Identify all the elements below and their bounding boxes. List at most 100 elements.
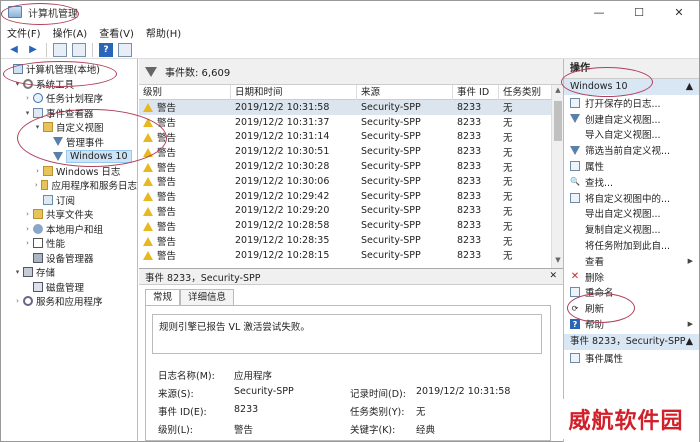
close-icon[interactable]: ✕ (549, 271, 557, 281)
back-arrow-icon[interactable]: ◀ (7, 43, 21, 57)
tree-node[interactable]: 设备管理器 (1, 251, 137, 266)
close-button[interactable]: ✕ (659, 1, 699, 23)
expand-arrow-icon[interactable]: › (23, 225, 32, 233)
action-item[interactable]: 导入自定义视图... (564, 127, 699, 143)
column-event-id[interactable]: 事件 ID (453, 85, 499, 100)
level-cell: 警告 (157, 221, 177, 233)
action-item[interactable]: ⟳ 刷新 (564, 300, 699, 316)
expand-arrow-icon[interactable]: › (13, 297, 22, 305)
table-cell: 无 (499, 130, 559, 144)
tree-node[interactable]: ▾ 系统工具 (1, 77, 137, 92)
action-item[interactable]: ✕ 删除 (564, 269, 699, 285)
help-icon[interactable]: ? (99, 42, 113, 57)
tree-node[interactable]: › 任务计划程序 (1, 91, 137, 106)
column-datetime[interactable]: 日期和时间 (231, 85, 357, 100)
action-item[interactable]: 打开保存的日志... (564, 95, 699, 111)
collapse-up-icon[interactable]: ▲ (686, 79, 693, 95)
event-row[interactable]: 警告 2019/12/2 10:31:14 Security-SPP 8233 无 (139, 130, 563, 145)
actions-group-view[interactable]: Windows 10 ▲ (564, 79, 699, 95)
tree-node[interactable]: ▾ 事件查看器 (1, 106, 137, 121)
tree-node[interactable]: › 共享文件夹 (1, 207, 137, 222)
expand-arrow-icon[interactable]: › (33, 167, 42, 175)
column-source[interactable]: 来源 (357, 85, 453, 100)
menu-help[interactable]: 帮助(H) (146, 25, 181, 40)
action-item[interactable]: 🔍 查找... (564, 174, 699, 190)
action-item[interactable]: 将任务附加到此自... (564, 237, 699, 253)
event-id-cell: 8233 (457, 116, 482, 128)
scroll-up-icon[interactable]: ▲ (552, 86, 563, 98)
event-list-scrollbar[interactable]: ▲ ▼ (551, 85, 563, 268)
task-cell: 无 (503, 118, 513, 130)
task-cell: 无 (503, 206, 513, 218)
expand-arrow-icon[interactable]: › (23, 239, 32, 247)
up-folder-icon[interactable] (53, 42, 67, 57)
tree-node[interactable]: ▾ 存储 (1, 265, 137, 280)
tree-node[interactable]: Windows 10 (1, 149, 137, 164)
actions-group-event[interactable]: 事件 8233，Security-SPP ▲ (564, 333, 699, 350)
table-cell: 警告 (139, 189, 231, 203)
tree-node[interactable]: ▾ 自定义视图 (1, 120, 137, 135)
action-item[interactable]: 复制自定义视图... (564, 221, 699, 237)
tree-node[interactable]: 订阅 (1, 193, 137, 208)
collapse-arrow-icon[interactable]: ▾ (33, 123, 42, 131)
tree-node[interactable]: › Windows 日志 (1, 164, 137, 179)
event-row[interactable]: 警告 2019/12/2 10:31:58 Security-SPP 8233 无 (139, 100, 563, 115)
collapse-up-icon[interactable]: ▲ (686, 334, 693, 350)
collapse-arrow-icon[interactable]: ▾ (13, 268, 22, 276)
maximize-button[interactable]: ☐ (619, 1, 659, 23)
expand-arrow-icon[interactable]: › (23, 210, 32, 218)
tree-node-label: 订阅 (56, 195, 76, 207)
tree-node[interactable]: 磁盘管理 (1, 280, 137, 295)
event-row[interactable]: 警告 2019/12/2 10:30:06 Security-SPP 8233 无 (139, 174, 563, 189)
forward-arrow-icon[interactable]: ▶ (26, 43, 40, 57)
scroll-thumb[interactable] (554, 101, 562, 141)
action-item[interactable]: 将自定义视图中的... (564, 190, 699, 206)
filter-icon (570, 145, 580, 155)
tab-details[interactable]: 详细信息 (180, 289, 235, 305)
action-item[interactable]: 重命名 (564, 285, 699, 301)
tree-node[interactable]: 计算机管理(本地) (1, 62, 137, 77)
scroll-down-icon[interactable]: ▼ (552, 256, 563, 268)
event-row[interactable]: 警告 2019/12/2 10:30:51 Security-SPP 8233 无 (139, 144, 563, 159)
event-row[interactable]: 警告 2019/12/2 10:29:42 Security-SPP 8233 无 (139, 189, 563, 204)
tree-node[interactable]: 管理事件 (1, 135, 137, 150)
expand-arrow-icon[interactable]: › (23, 94, 32, 102)
expand-arrow-icon[interactable]: › (33, 181, 40, 189)
event-row[interactable]: 警告 2019/12/2 10:29:20 Security-SPP 8233 无 (139, 204, 563, 219)
action-item[interactable]: ? 帮助 ▶ (564, 316, 699, 332)
window-title: 计算机管理 (28, 8, 78, 20)
tree-node[interactable]: › 性能 (1, 236, 137, 251)
tree-node[interactable]: › 应用程序和服务日志 (1, 178, 137, 193)
show-action-pane-icon[interactable] (118, 42, 132, 57)
minimize-button[interactable]: — (579, 1, 619, 23)
column-level[interactable]: 级别 (139, 85, 231, 100)
action-item[interactable]: 筛选当前自定义视... (564, 142, 699, 158)
menu-file[interactable]: 文件(F) (7, 25, 41, 40)
datetime-cell: 2019/12/2 10:28:35 (235, 235, 330, 247)
action-item[interactable]: 属性 (564, 158, 699, 174)
table-cell: 警告 (139, 115, 231, 129)
menu-action[interactable]: 操作(A) (53, 25, 88, 40)
menu-view[interactable]: 查看(V) (99, 25, 134, 40)
action-item[interactable]: 创建自定义视图... (564, 111, 699, 127)
action-event-properties[interactable]: 事件属性 (564, 350, 699, 366)
properties-icon (570, 161, 580, 172)
event-row[interactable]: 警告 2019/12/2 10:28:58 Security-SPP 8233 无 (139, 218, 563, 233)
table-cell: 无 (499, 115, 559, 129)
source-cell: Security-SPP (361, 161, 421, 173)
action-item[interactable]: 查看 ▶ (564, 253, 699, 269)
collapse-arrow-icon[interactable]: ▾ (23, 109, 32, 117)
tree-node[interactable]: › 本地用户和组 (1, 222, 137, 237)
event-row[interactable]: 警告 2019/12/2 10:28:15 Security-SPP 8233 无 (139, 248, 563, 263)
column-task-category[interactable]: 任务类别 (499, 85, 559, 100)
event-row[interactable]: 警告 2019/12/2 10:30:28 Security-SPP 8233 无 (139, 159, 563, 174)
table-cell: 无 (499, 204, 559, 218)
tree-node[interactable]: › 服务和应用程序 (1, 294, 137, 309)
action-item[interactable]: 导出自定义视图... (564, 206, 699, 222)
tab-general[interactable]: 常规 (145, 289, 181, 305)
event-row[interactable]: 警告 2019/12/2 10:31:37 Security-SPP 8233 无 (139, 115, 563, 130)
table-cell: Security-SPP (357, 235, 453, 246)
event-row[interactable]: 警告 2019/12/2 10:28:35 Security-SPP 8233 无 (139, 233, 563, 248)
show-hide-tree-icon[interactable] (72, 42, 86, 57)
collapse-arrow-icon[interactable]: ▾ (13, 80, 22, 88)
